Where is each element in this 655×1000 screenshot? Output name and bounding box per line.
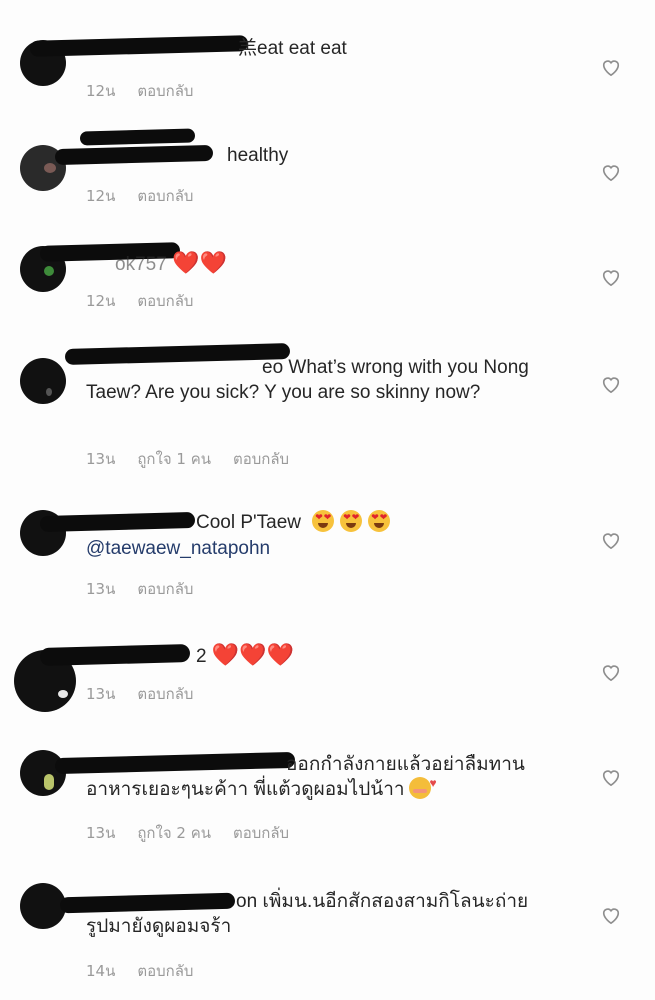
- like-heart-icon[interactable]: [600, 162, 622, 182]
- comment-meta: 12น ตอบกลับ: [86, 184, 193, 208]
- heart-eyes-emoji: [340, 510, 363, 532]
- comment-item: 羔eat eat eat 12น ตอบกลับ: [0, 0, 655, 105]
- comment-meta: 13น ถูกใจ 1 คน ตอบกลับ: [86, 447, 289, 471]
- like-heart-icon[interactable]: [600, 374, 622, 394]
- comment-item: 2 ❤️❤️❤️ 13น ตอบกลับ: [0, 620, 655, 725]
- comment-body: Cool P'Taew: [196, 512, 302, 533]
- comment-time: 13น: [86, 580, 116, 598]
- comment-meta: 13น ตอบกลับ: [86, 577, 193, 601]
- comment-item: healthy 12น ตอบกลับ: [0, 105, 655, 210]
- comment-time: 13น: [86, 685, 116, 703]
- comment-meta: 13น ตอบกลับ: [86, 682, 193, 706]
- red-heart-emoji: ❤️: [239, 642, 267, 667]
- comment-text: on เพิ่มน.นอีกสักสองสามกิโลนะถ่ายรูปมายั…: [86, 891, 529, 937]
- like-heart-icon[interactable]: [600, 267, 622, 287]
- comment-text: 羔eat eat eat: [238, 38, 347, 59]
- comment-text: eo What’s wrong with you Nong Taew? Are …: [86, 357, 529, 403]
- comment-body: 2: [196, 646, 207, 667]
- comment-time: 14น: [86, 962, 116, 980]
- comment-item: eo What’s wrong with you Nong Taew? Are …: [0, 320, 655, 480]
- reply-button[interactable]: ตอบกลับ: [137, 682, 193, 706]
- smiling-face-with-hearts-emoji: [229, 771, 437, 799]
- like-heart-icon[interactable]: [600, 57, 622, 77]
- avatar[interactable]: [20, 358, 66, 404]
- comment-body: ok757: [115, 254, 167, 275]
- comment-text: Cool P'Taew: [86, 510, 541, 535]
- comment-meta: 12น ตอบกลับ: [86, 289, 193, 313]
- comment-meta: 12น ตอบกลับ: [86, 79, 193, 103]
- comment-time: 12น: [86, 187, 116, 205]
- red-heart-emoji: ❤️: [172, 250, 200, 275]
- like-heart-icon[interactable]: [600, 905, 622, 925]
- comment-time: 13น: [86, 450, 116, 468]
- like-count[interactable]: ถูกใจ 2 คน: [137, 821, 211, 845]
- comment-text: 2 ❤️❤️❤️: [86, 642, 541, 669]
- heart-eyes-emoji: [368, 510, 391, 532]
- like-heart-icon[interactable]: [600, 530, 622, 550]
- mention-link[interactable]: @taewaew_natapohn: [86, 536, 541, 561]
- like-count[interactable]: ถูกใจ 1 คน: [137, 447, 211, 471]
- like-heart-icon[interactable]: [600, 767, 622, 787]
- reply-button[interactable]: ตอบกลับ: [233, 447, 289, 471]
- red-heart-emoji: ❤️: [266, 642, 295, 667]
- comment-text: healthy: [227, 145, 289, 166]
- comment-meta: 13น ถูกใจ 2 คน ตอบกลับ: [86, 821, 289, 845]
- comment-text: ออกกำลังกายแล้วอย่าลืมทานอาหารเยอะๆนะค้า…: [86, 752, 541, 802]
- reply-button[interactable]: ตอบกลับ: [137, 289, 193, 313]
- red-heart-emoji: ❤️: [199, 250, 227, 275]
- comment-item: on เพิ่มน.นอีกสักสองสามกิโลนะถ่ายรูปมายั…: [0, 865, 655, 1000]
- comment-item: ออกกำลังกายแล้วอย่าลืมทานอาหารเยอะๆนะค้า…: [0, 725, 655, 865]
- reply-button[interactable]: ตอบกลับ: [137, 184, 193, 208]
- comment-time: 13น: [86, 824, 116, 842]
- reply-button[interactable]: ตอบกลับ: [233, 821, 289, 845]
- reply-button[interactable]: ตอบกลับ: [137, 577, 193, 601]
- comment-time: 12น: [86, 82, 116, 100]
- comment-item: Cool P'Taew @taewaew_natapohn 13น ตอบกลั…: [0, 480, 655, 620]
- comment-item: ok757 ❤️❤️ 12น ตอบกลับ: [0, 210, 655, 320]
- comment-meta: 14น ตอบกลับ: [86, 959, 193, 983]
- like-heart-icon[interactable]: [600, 662, 622, 682]
- reply-button[interactable]: ตอบกลับ: [137, 959, 193, 983]
- comment-time: 12น: [86, 292, 116, 310]
- reply-button[interactable]: ตอบกลับ: [137, 79, 193, 103]
- red-heart-emoji: ❤️: [211, 642, 240, 667]
- heart-eyes-emoji: [312, 510, 335, 532]
- comment-text: ok757 ❤️❤️: [86, 250, 541, 277]
